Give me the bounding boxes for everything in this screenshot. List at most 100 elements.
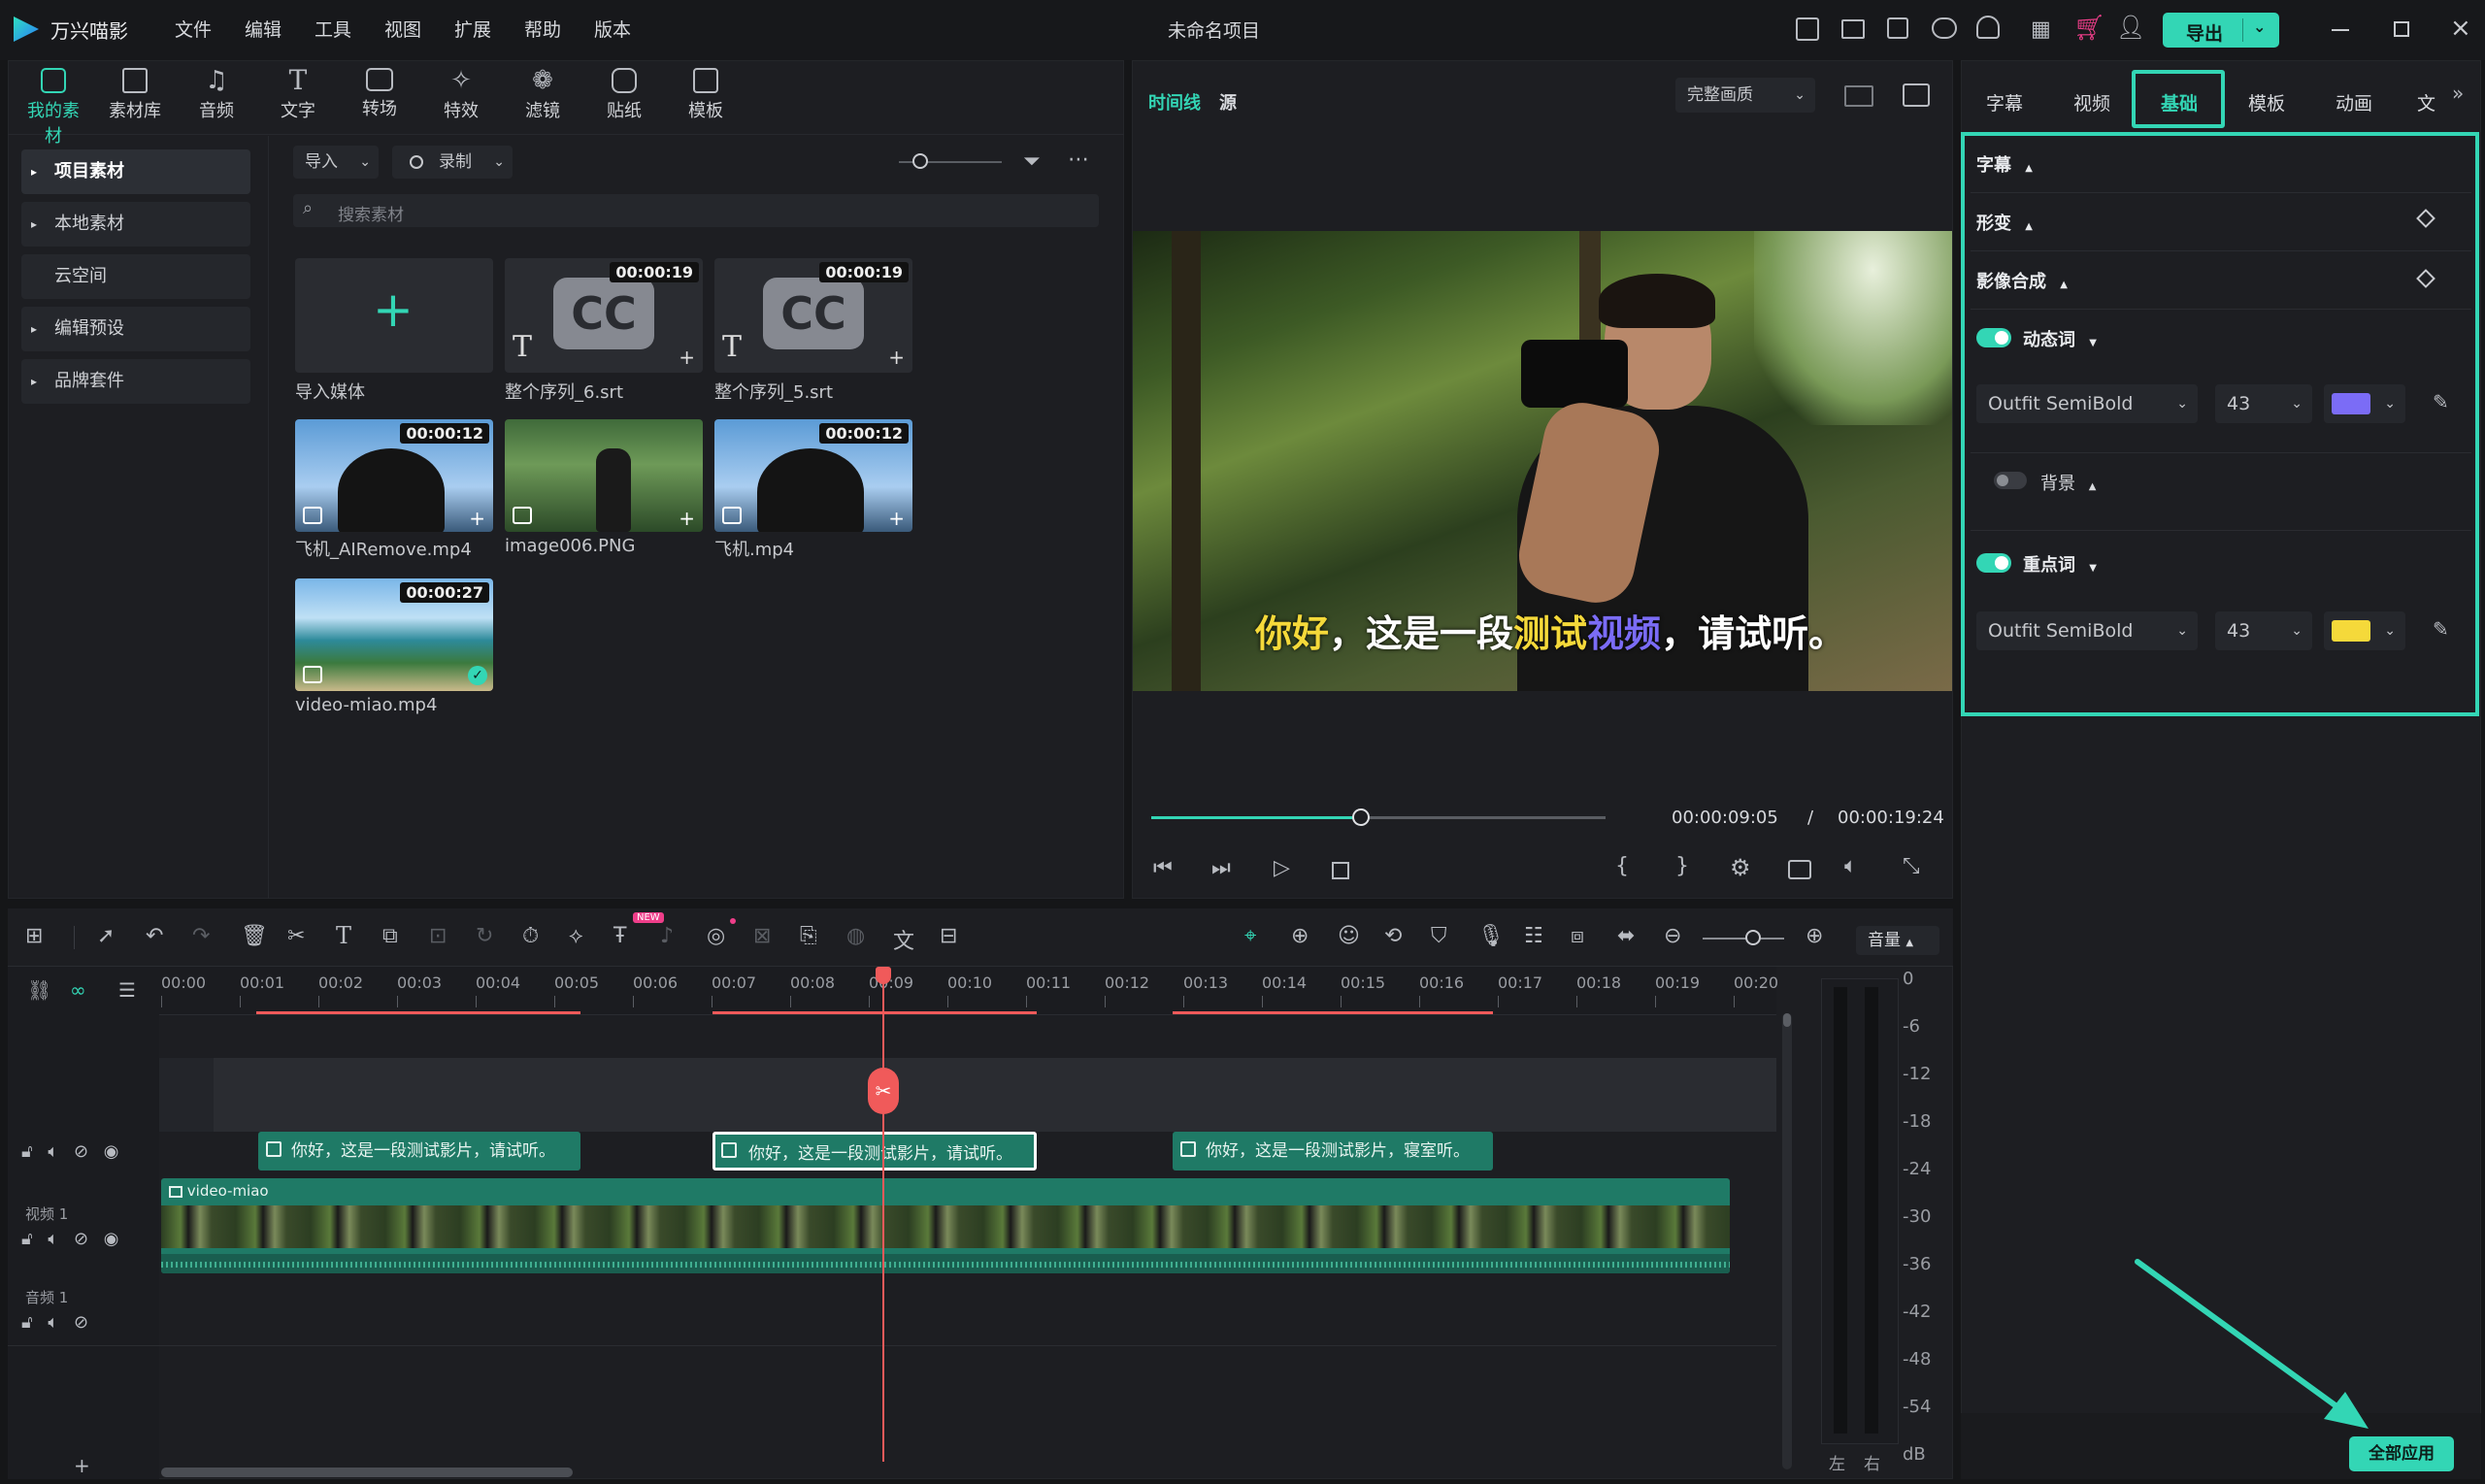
tab-stock-library[interactable]: 素材库 [101, 68, 169, 122]
pip-icon[interactable]: ⧈ [1571, 924, 1584, 948]
mark-in-icon[interactable]: { [1615, 854, 1629, 878]
mask-icon[interactable]: ⊡ [429, 924, 447, 948]
zoom-slider-thumb[interactable] [912, 153, 928, 169]
timeline-scrollbar[interactable] [161, 1468, 573, 1477]
unlink-icon[interactable]: ⛓ [27, 978, 51, 1002]
media-tile-airemove[interactable]: 00:00:12 + [295, 419, 493, 532]
media-tile-srt5[interactable]: CC 00:00:19 T + [714, 258, 912, 373]
timeline-zoom-thumb[interactable] [1745, 930, 1761, 945]
section-transform[interactable]: 形变 ▲ [1976, 210, 2033, 235]
auto-subtitle-icon[interactable]: ⊟ [940, 924, 957, 948]
lock-icon[interactable]: 🔓︎ [21, 1229, 33, 1249]
zoom-in-icon[interactable]: ⊕ [1806, 924, 1823, 948]
tab-text[interactable]: T 文字 [264, 67, 332, 122]
translate-icon[interactable]: 文 [893, 924, 914, 955]
add-track-plus-icon[interactable]: + [74, 1454, 90, 1477]
tab-template[interactable]: 模板 [2248, 89, 2285, 115]
split-scissors-icon[interactable]: ✂ [287, 924, 305, 948]
mute-icon[interactable]: ⊘ [74, 1141, 88, 1162]
timeline-zoom-slider[interactable] [1703, 930, 1784, 945]
speaker-icon[interactable]: 🔈︎ [48, 1141, 58, 1162]
mute-icon[interactable]: ⊘ [74, 1229, 88, 1249]
ai-text-icon[interactable]: Ŧ [613, 924, 626, 948]
tab-subtitle[interactable]: 字幕 [1986, 89, 2023, 115]
step-forward-icon[interactable]: ⏭ [1211, 856, 1231, 880]
tab-text[interactable]: 文 [2417, 89, 2435, 115]
rotate-icon[interactable]: ↻ [476, 924, 493, 948]
playhead-split-button[interactable]: ✂ [868, 1068, 899, 1114]
eye-icon[interactable]: ◉ [104, 1141, 119, 1162]
camera-snapshot-icon[interactable] [1788, 860, 1811, 879]
tab-stickers[interactable]: 贴纸 [590, 68, 658, 122]
cloud-upload-icon[interactable] [1932, 17, 1957, 39]
search-input[interactable]: ⌕ 搜索素材 [293, 194, 1099, 227]
record-dropdown[interactable]: 录制 ⌄ [392, 146, 513, 179]
tab-animation[interactable]: 动画 [2336, 89, 2372, 115]
subtitle-clip[interactable]: 你好，这是一段测试影片，请试听。 [258, 1132, 580, 1171]
zoom-slider[interactable] [899, 153, 1002, 169]
speed-timer-icon[interactable]: ⏱ [522, 924, 539, 948]
zoom-out-icon[interactable]: ⊖ [1664, 924, 1681, 948]
export-button[interactable]: 导出 ⌄ [2163, 13, 2279, 48]
tab-filters[interactable]: ❁ 滤镜 [509, 68, 577, 122]
color-match-icon[interactable]: ◍ [846, 924, 865, 948]
save-icon[interactable] [1887, 17, 1908, 39]
fit-icon[interactable]: ⬌ [1617, 924, 1635, 948]
key-word-toggle[interactable] [1976, 553, 2011, 573]
tab-my-media[interactable]: 我的素材 [19, 68, 87, 148]
menu-edit[interactable]: 编辑 [245, 16, 282, 42]
delete-icon[interactable]: 🗑︎ [241, 924, 268, 948]
add-track-icon[interactable]: ⊕ [1291, 924, 1309, 948]
playback-thumb[interactable] [1352, 808, 1370, 826]
chevron-down-icon[interactable]: ⌄ [2253, 17, 2266, 36]
fullscreen-icon[interactable]: ⤡ [1903, 854, 1920, 878]
mute-icon[interactable]: ⊘ [74, 1312, 88, 1333]
keyframe-icon[interactable]: ⟡ [569, 924, 583, 948]
volume-icon[interactable]: 🔈︎ [1844, 854, 1857, 878]
tab-source[interactable]: 源 [1219, 89, 1237, 115]
text-tool-icon[interactable]: T [336, 922, 351, 949]
tab-basic-highlight[interactable]: 基础 [2132, 70, 2225, 128]
speaker-icon[interactable]: 🔈︎ [48, 1312, 58, 1333]
tab-timeline[interactable]: 时间线 [1148, 89, 1201, 115]
minimize-icon[interactable] [2332, 29, 2349, 31]
eyedropper-icon[interactable]: ✎ [2433, 617, 2449, 641]
tab-transition[interactable]: 转场 [346, 68, 414, 120]
background-toggle[interactable] [1994, 472, 2027, 489]
track-manage-icon[interactable]: ☰ [118, 978, 136, 1002]
crop-icon[interactable]: ⧉ [382, 924, 398, 948]
monitor-icon[interactable] [1841, 19, 1865, 39]
grid-view-icon[interactable] [1844, 85, 1873, 107]
filter-icon[interactable]: ⏷ [1023, 149, 1041, 174]
user-icon[interactable]: 👤︎ [2116, 14, 2145, 41]
stop-icon[interactable] [1332, 862, 1349, 879]
add-icon[interactable]: + [679, 346, 695, 369]
quality-dropdown[interactable]: 完整画质 ⌄ [1675, 78, 1815, 113]
sticker-track-icon[interactable]: ☺ [1338, 924, 1360, 948]
menu-view[interactable]: 视图 [384, 16, 421, 42]
dynamic-word-toggle[interactable] [1976, 328, 2011, 347]
lock-icon[interactable]: 🔓︎ [21, 1312, 33, 1333]
close-icon[interactable]: × [2450, 14, 2471, 43]
add-icon[interactable]: + [469, 507, 485, 530]
vscroll-thumb[interactable] [1783, 1013, 1791, 1027]
play-icon[interactable]: ▷ [1274, 856, 1290, 880]
add-icon[interactable]: + [679, 507, 695, 530]
shield-icon[interactable]: ⛉ [1431, 924, 1447, 948]
redo-icon[interactable]: ↷ [192, 924, 210, 948]
section-key-word[interactable]: 重点词 ▼ [2023, 551, 2097, 577]
sidebar-item-brand-kit[interactable]: ▸ 品牌套件 [21, 359, 250, 404]
menu-version[interactable]: 版本 [594, 16, 631, 42]
more-icon[interactable]: ⋯ [1068, 148, 1089, 172]
snap-icon[interactable]: ⌖ [1244, 924, 1256, 948]
apply-all-button[interactable]: 全部应用 [2349, 1436, 2454, 1471]
menu-tools[interactable]: 工具 [315, 16, 351, 42]
sidebar-item-local-media[interactable]: ▸ 本地素材 [21, 202, 250, 247]
apps-grid-icon[interactable]: ▦ [2031, 17, 2051, 42]
tabs-expand-icon[interactable]: » [2452, 82, 2464, 105]
subtitle-clip[interactable]: 你好，这是一段测试影片，寝室听。 [1173, 1132, 1493, 1171]
section-background[interactable]: 背景 ▲ [2040, 470, 2096, 495]
restore-icon[interactable] [2394, 21, 2409, 37]
sidebar-item-cloud[interactable]: 云空间 [21, 254, 250, 299]
layout-grid-icon[interactable]: ⊞ [25, 924, 43, 948]
